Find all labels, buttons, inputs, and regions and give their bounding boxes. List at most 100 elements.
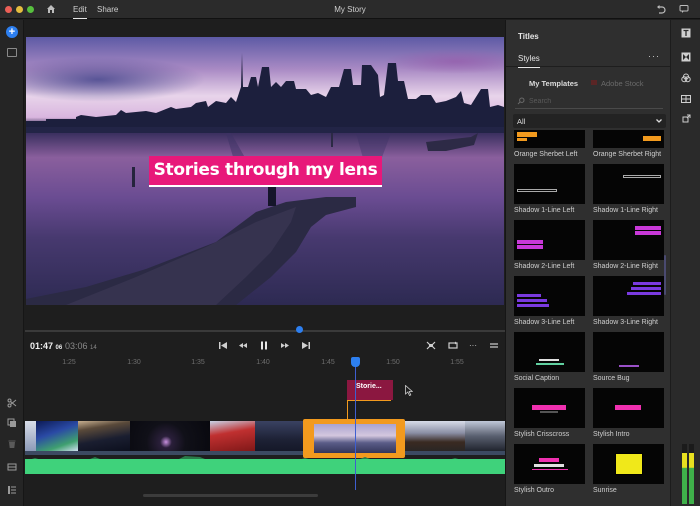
thumb-bar: [635, 226, 661, 230]
video-clip[interactable]: [78, 421, 130, 451]
thumb-bar: [633, 282, 661, 285]
right-toolbar: [670, 20, 700, 506]
template-card[interactable]: Social Caption: [514, 332, 585, 382]
timeline-ruler[interactable]: 1:25 1:30 1:35 1:40 1:45 1:50 1:55: [25, 355, 505, 371]
template-label: Shadow 1-Line Right: [593, 207, 658, 214]
track-height-icon[interactable]: [7, 462, 17, 472]
ruler-tick: 1:45: [321, 359, 335, 366]
rewind-icon[interactable]: [237, 340, 249, 351]
thumb-bar: [643, 136, 661, 141]
selected-video-clip[interactable]: [303, 419, 405, 458]
titles-icon[interactable]: [681, 28, 691, 38]
step-forward-icon[interactable]: [300, 340, 312, 351]
ruler-tick: 1:25: [62, 359, 76, 366]
video-clip[interactable]: [405, 421, 465, 451]
thumb-bar: [517, 240, 543, 244]
dropdown-value: All: [517, 117, 526, 126]
template-thumbnail: [514, 276, 585, 316]
template-card[interactable]: Shadow 3-Line Left: [514, 276, 585, 326]
template-card[interactable]: Shadow 1-Line Right: [593, 164, 664, 214]
timeline-horizontal-scrollbar[interactable]: [143, 494, 318, 497]
thumb-bar: [635, 231, 661, 235]
template-thumbnail: [593, 332, 664, 372]
tab-my-templates[interactable]: My Templates: [529, 79, 578, 88]
template-card[interactable]: Shadow 3-Line Right: [593, 276, 664, 326]
panel-more-icon[interactable]: ···: [648, 51, 660, 61]
undo-icon[interactable]: [656, 4, 666, 14]
audio-meter-left: [682, 444, 687, 504]
thumb-bar: [540, 411, 558, 413]
tab-styles[interactable]: Styles: [518, 54, 540, 68]
template-card[interactable]: Stylish Outro: [514, 444, 585, 494]
template-thumbnail: [593, 130, 664, 148]
loop-icon[interactable]: [447, 340, 459, 351]
category-dropdown[interactable]: All: [513, 114, 666, 128]
transitions-icon[interactable]: [681, 52, 691, 62]
video-clip[interactable]: [36, 421, 78, 451]
thumb-bar: [517, 294, 541, 297]
template-thumbnail: [593, 444, 664, 484]
template-search: [515, 95, 663, 109]
video-clip[interactable]: [465, 421, 505, 451]
scrubber-handle[interactable]: [295, 326, 303, 333]
thumb-bar: [539, 458, 559, 462]
template-card[interactable]: Stylish Intro: [593, 388, 664, 438]
program-monitor: Stories through my lens: [25, 20, 505, 338]
thumb-bar: [517, 138, 527, 141]
media-icon[interactable]: [7, 48, 17, 57]
panel-vertical-scrollbar[interactable]: [664, 255, 666, 295]
track-list-icon[interactable]: [7, 485, 17, 495]
video-track: [25, 421, 505, 455]
template-card[interactable]: Shadow 2-Line Right: [593, 220, 664, 270]
playhead-handle[interactable]: [351, 357, 360, 367]
template-thumbnail: [593, 276, 664, 316]
scissors-icon[interactable]: [7, 398, 17, 408]
template-card[interactable]: Orange Sherbet Left: [514, 130, 585, 158]
thumb-bar: [517, 189, 557, 192]
template-label: Shadow 2-Line Right: [593, 263, 658, 270]
layout-icon[interactable]: [681, 94, 691, 104]
step-back-icon[interactable]: [217, 340, 229, 351]
template-label: Shadow 3-Line Right: [593, 319, 658, 326]
menu-icon[interactable]: [488, 340, 500, 351]
template-card[interactable]: Shadow 2-Line Left: [514, 220, 585, 270]
title-clip[interactable]: Storie...: [347, 380, 393, 400]
total-time: 03:06: [65, 341, 88, 351]
video-clip[interactable]: [210, 421, 255, 451]
effects-icon[interactable]: [681, 73, 691, 83]
title-overlay[interactable]: Stories through my lens: [149, 156, 382, 187]
template-thumbnail: [514, 444, 585, 484]
add-media-button[interactable]: +: [6, 26, 18, 38]
template-thumbnail: [514, 388, 585, 428]
audio-track[interactable]: [25, 459, 505, 474]
template-card[interactable]: Sunrise: [593, 444, 664, 494]
thumb-bar: [615, 453, 643, 475]
template-card[interactable]: Shadow 1-Line Left: [514, 164, 585, 214]
template-thumbnail: [514, 164, 585, 204]
video-clip[interactable]: [25, 421, 36, 451]
video-clip[interactable]: [255, 421, 303, 451]
more-icon[interactable]: ···: [467, 340, 479, 351]
thumb-bar: [623, 175, 661, 178]
video-preview[interactable]: Stories through my lens: [26, 37, 504, 305]
pause-icon[interactable]: [258, 340, 270, 351]
template-card[interactable]: Source Bug: [593, 332, 664, 382]
ruler-tick: 1:40: [256, 359, 270, 366]
duplicate-icon[interactable]: [7, 418, 17, 428]
feedback-icon[interactable]: [679, 4, 689, 14]
fit-icon[interactable]: [425, 340, 437, 351]
transform-icon[interactable]: [681, 114, 691, 124]
tab-adobe-stock[interactable]: Adobe Stock: [591, 79, 644, 88]
thumb-bar: [517, 304, 549, 307]
panel-title: Titles: [518, 32, 539, 41]
template-card[interactable]: Stylish Crisscross: [514, 388, 585, 438]
preview-scrubber[interactable]: [25, 330, 505, 332]
trash-icon[interactable]: [7, 439, 17, 449]
search-input[interactable]: [529, 96, 659, 107]
video-clip[interactable]: [130, 421, 210, 451]
template-card[interactable]: Orange Sherbet Right: [593, 130, 664, 158]
fast-forward-icon[interactable]: [279, 340, 291, 351]
ruler-tick: 1:30: [127, 359, 141, 366]
mouse-cursor-icon: [405, 385, 413, 396]
left-toolbar: +: [0, 20, 24, 506]
